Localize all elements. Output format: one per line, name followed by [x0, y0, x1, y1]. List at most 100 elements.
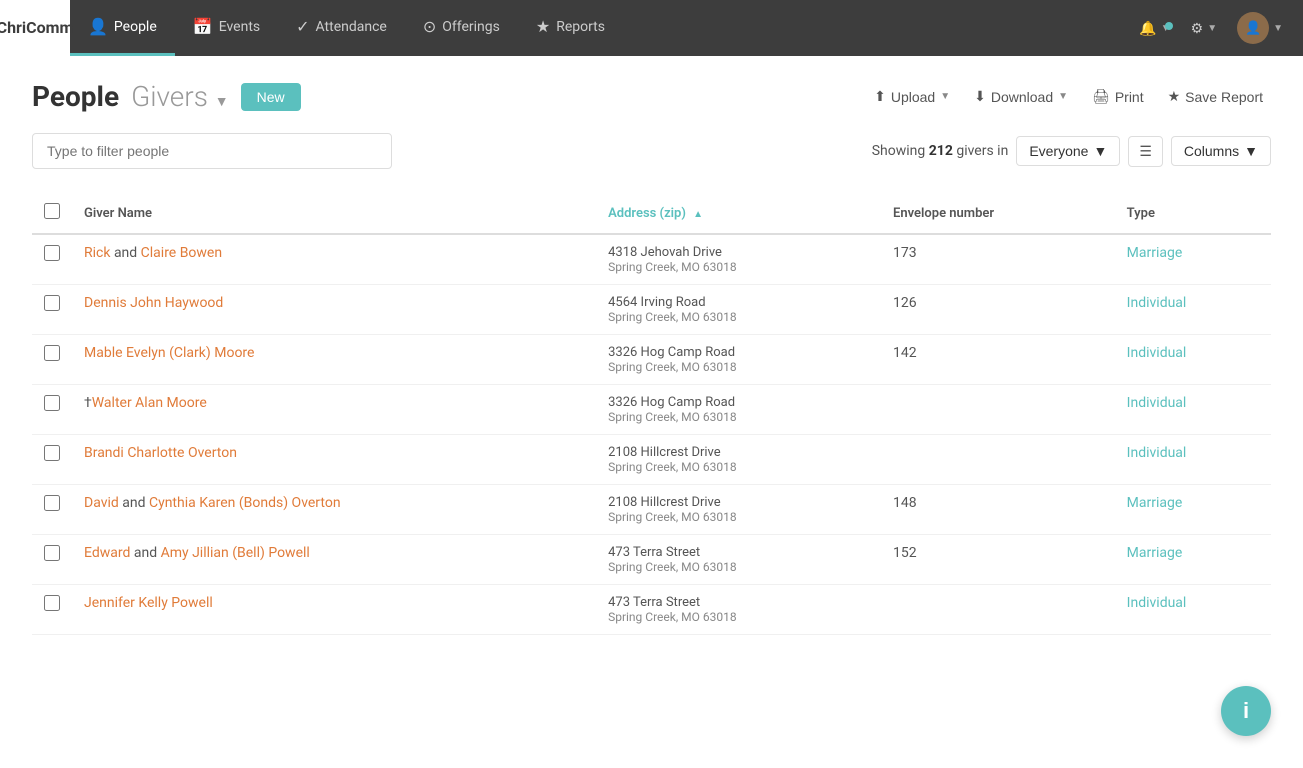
people-nav-icon: 👤: [88, 17, 108, 36]
giver-name-link[interactable]: Dennis John Haywood: [84, 295, 223, 311]
nav-item-attendance[interactable]: ✓Attendance: [278, 0, 405, 56]
envelope-cell: 126: [881, 285, 1115, 335]
row-checkbox[interactable]: [44, 445, 60, 461]
address-line2: Spring Creek, MO 63018: [608, 410, 869, 424]
row-checkbox[interactable]: [44, 345, 60, 361]
offerings-nav-icon: ⊙: [423, 17, 436, 36]
nav-item-people[interactable]: 👤People: [70, 0, 175, 56]
info-fab-button[interactable]: i: [1221, 686, 1271, 736]
row-checkbox-cell[interactable]: [32, 485, 72, 535]
name-connector: and: [119, 495, 149, 511]
row-checkbox[interactable]: [44, 495, 60, 511]
upload-arrow: ▼: [940, 91, 950, 102]
star-icon: ★: [1168, 88, 1181, 105]
gear-icon: ⚙: [1191, 20, 1204, 37]
table-row: Jennifer Kelly Powell473 Terra StreetSpr…: [32, 585, 1271, 635]
settings-button[interactable]: ⚙ ▼: [1183, 14, 1225, 43]
giver-name-link[interactable]: David: [84, 495, 119, 511]
giver-name-link[interactable]: Claire Bowen: [141, 245, 222, 261]
address-line1: 4564 Irving Road: [608, 295, 869, 310]
row-checkbox[interactable]: [44, 295, 60, 311]
row-checkbox-cell[interactable]: [32, 435, 72, 485]
profile-arrow: ▼: [1273, 23, 1283, 34]
address-cell: 3326 Hog Camp RoadSpring Creek, MO 63018: [596, 335, 881, 385]
nav-item-events[interactable]: 📅Events: [175, 0, 278, 56]
row-checkbox[interactable]: [44, 245, 60, 261]
list-options-button[interactable]: ☰: [1128, 136, 1163, 167]
download-icon: ⬇: [974, 88, 986, 105]
row-checkbox[interactable]: [44, 395, 60, 411]
envelope-cell: 173: [881, 234, 1115, 285]
table-header: Giver Name Address (zip) ▲ Envelope numb…: [32, 193, 1271, 234]
row-checkbox-cell[interactable]: [32, 335, 72, 385]
everyone-dropdown[interactable]: Everyone ▼: [1016, 136, 1120, 166]
select-all-checkbox[interactable]: [44, 203, 60, 219]
download-button[interactable]: ⬇ Download ▼: [966, 83, 1076, 110]
address-line2: Spring Creek, MO 63018: [608, 510, 869, 524]
table-row: Rick and Claire Bowen4318 Jehovah DriveS…: [32, 234, 1271, 285]
type-label: Individual: [1127, 395, 1187, 411]
row-checkbox[interactable]: [44, 595, 60, 611]
type-cell: Individual: [1115, 385, 1271, 435]
new-button[interactable]: New: [241, 83, 301, 111]
address-line1: 3326 Hog Camp Road: [608, 395, 869, 410]
list-icon: ☰: [1139, 143, 1152, 159]
col-envelope-number: Envelope number: [881, 193, 1115, 234]
nav-items: 👤People📅Events✓Attendance⊙Offerings★Repo…: [70, 0, 1131, 56]
everyone-dropdown-arrow: ▼: [1093, 143, 1107, 159]
notification-dot: [1165, 22, 1173, 30]
user-profile-button[interactable]: 👤 ▼: [1229, 6, 1291, 50]
title-dropdown-arrow[interactable]: ▼: [215, 94, 229, 110]
select-all-header[interactable]: [32, 193, 72, 234]
giver-name-link[interactable]: Cynthia Karen (Bonds) Overton: [149, 495, 341, 511]
address-cell: 4564 Irving RoadSpring Creek, MO 63018: [596, 285, 881, 335]
row-checkbox-cell[interactable]: [32, 585, 72, 635]
navbar: Chri Comm 👤People📅Events✓Attendance⊙Offe…: [0, 0, 1303, 56]
envelope-number: 126: [893, 295, 917, 311]
upload-icon: ⬆: [874, 88, 886, 105]
app-logo[interactable]: Chri Comm: [0, 0, 70, 56]
envelope-cell: 142: [881, 335, 1115, 385]
row-checkbox[interactable]: [44, 545, 60, 561]
type-label: Individual: [1127, 345, 1187, 361]
giver-name-link[interactable]: Brandi Charlotte Overton: [84, 445, 237, 461]
giver-name-cell: Jennifer Kelly Powell: [72, 585, 596, 635]
address-cell: 473 Terra StreetSpring Creek, MO 63018: [596, 535, 881, 585]
envelope-number: 173: [893, 245, 917, 261]
notifications-button[interactable]: 🔔 ▼: [1131, 14, 1178, 43]
address-cell: 2108 Hillcrest DriveSpring Creek, MO 630…: [596, 485, 881, 535]
attendance-nav-label: Attendance: [316, 19, 387, 35]
settings-arrow: ▼: [1207, 23, 1217, 34]
nav-item-offerings[interactable]: ⊙Offerings: [405, 0, 518, 56]
row-checkbox-cell[interactable]: [32, 535, 72, 585]
giver-name-link[interactable]: Edward: [84, 545, 130, 561]
print-button[interactable]: 🖨 Print: [1084, 83, 1152, 110]
giver-name-cell: Edward and Amy Jillian (Bell) Powell: [72, 535, 596, 585]
type-label: Individual: [1127, 445, 1187, 461]
filter-input[interactable]: [32, 133, 392, 169]
address-line2: Spring Creek, MO 63018: [608, 360, 869, 374]
save-report-button[interactable]: ★ Save Report: [1160, 83, 1271, 110]
row-checkbox-cell[interactable]: [32, 285, 72, 335]
row-checkbox-cell[interactable]: [32, 385, 72, 435]
giver-name-link[interactable]: Mable Evelyn (Clark) Moore: [84, 345, 254, 361]
col-type: Type: [1115, 193, 1271, 234]
type-cell: Marriage: [1115, 535, 1271, 585]
giver-name-link[interactable]: Rick: [84, 245, 110, 261]
giver-name-link[interactable]: Jennifer Kelly Powell: [84, 595, 213, 611]
row-checkbox-cell[interactable]: [32, 234, 72, 285]
giver-name-cell: Dennis John Haywood: [72, 285, 596, 335]
table-row: Brandi Charlotte Overton2108 Hillcrest D…: [32, 435, 1271, 485]
upload-button[interactable]: ⬆ Upload ▼: [866, 83, 958, 110]
type-cell: Marriage: [1115, 485, 1271, 535]
columns-button[interactable]: Columns ▼: [1171, 136, 1271, 166]
table-row: †Walter Alan Moore3326 Hog Camp RoadSpri…: [32, 385, 1271, 435]
page-title-light: Givers ▼: [131, 80, 229, 113]
address-line2: Spring Creek, MO 63018: [608, 560, 869, 574]
type-label: Individual: [1127, 295, 1187, 311]
col-address-zip[interactable]: Address (zip) ▲: [596, 193, 881, 234]
nav-item-reports[interactable]: ★Reports: [518, 0, 623, 56]
envelope-cell: 148: [881, 485, 1115, 535]
giver-name-link[interactable]: Walter Alan Moore: [92, 395, 207, 411]
giver-name-link[interactable]: Amy Jillian (Bell) Powell: [161, 545, 310, 561]
